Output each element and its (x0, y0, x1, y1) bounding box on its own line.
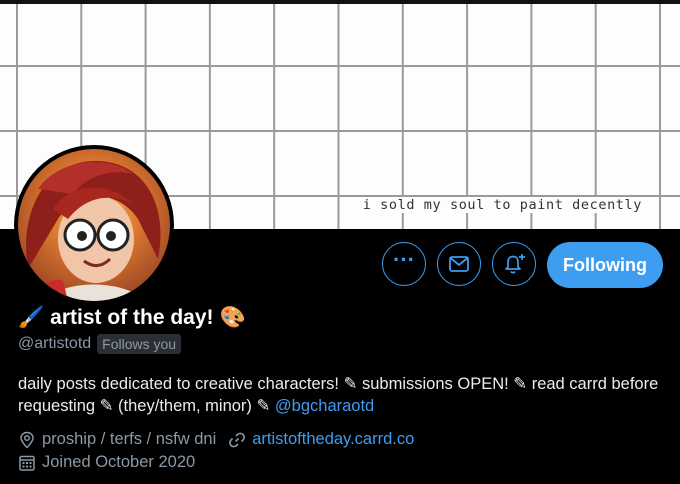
banner-caption: i sold my soul to paint decently (360, 197, 644, 213)
website-link[interactable]: artistoftheday.carrd.co (252, 430, 414, 449)
handle-row: @artistotd Follows you (18, 334, 182, 354)
meta-row: proship / terfs / nsfw dni artistoftheda… (18, 430, 414, 449)
handle: @artistotd (18, 335, 92, 352)
mail-icon (449, 256, 469, 272)
bio-mention-link[interactable]: @bgcharaotd (275, 397, 374, 415)
bio: daily posts dedicated to creative charac… (18, 373, 668, 417)
follows-you-badge: Follows you (97, 334, 182, 354)
location: proship / terfs / nsfw dni (42, 430, 217, 448)
more-button[interactable]: ··· (382, 242, 426, 286)
palette-icon: 🎨 (219, 306, 246, 329)
notify-button[interactable] (492, 242, 536, 286)
display-name-row: 🖌️ artist of the day! 🎨 (18, 306, 246, 330)
message-button[interactable] (437, 242, 481, 286)
more-icon: ··· (393, 247, 415, 272)
avatar[interactable] (14, 145, 174, 305)
paintbrush-icon: 🖌️ (18, 306, 45, 329)
display-name: artist of the day! (50, 306, 214, 329)
joined-row: Joined October 2020 (18, 453, 195, 472)
following-button[interactable]: Following (547, 242, 663, 288)
location-pin-icon (20, 431, 34, 449)
joined-date: Joined October 2020 (42, 453, 196, 471)
calendar-icon (19, 455, 35, 471)
bell-plus-icon (505, 254, 525, 274)
link-icon (229, 432, 246, 447)
avatar-image (18, 149, 170, 301)
